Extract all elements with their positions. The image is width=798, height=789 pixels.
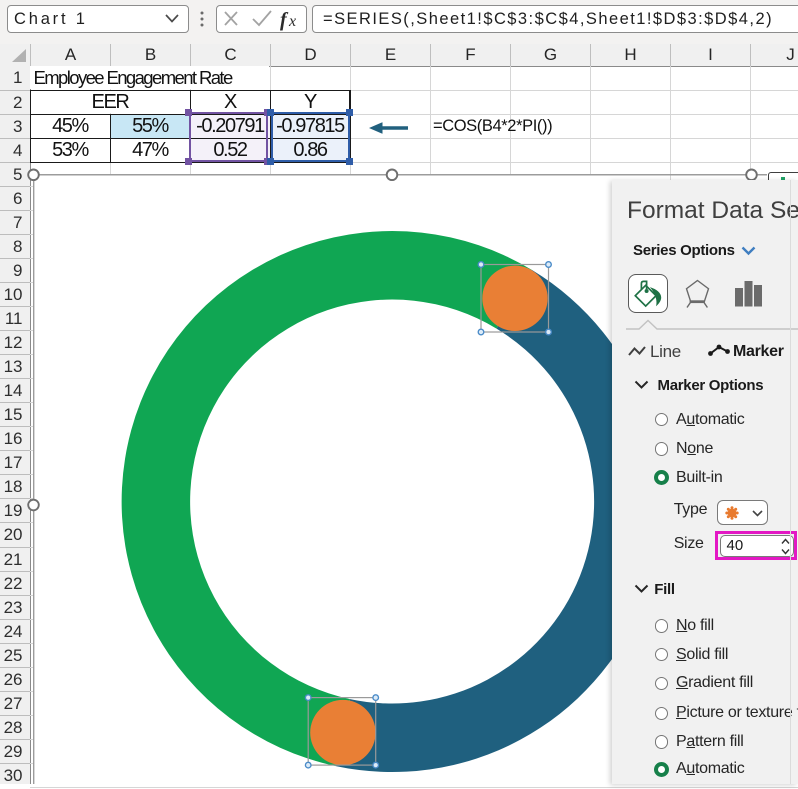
svg-text:x: x: [288, 13, 296, 30]
svg-text:f: f: [280, 9, 289, 31]
